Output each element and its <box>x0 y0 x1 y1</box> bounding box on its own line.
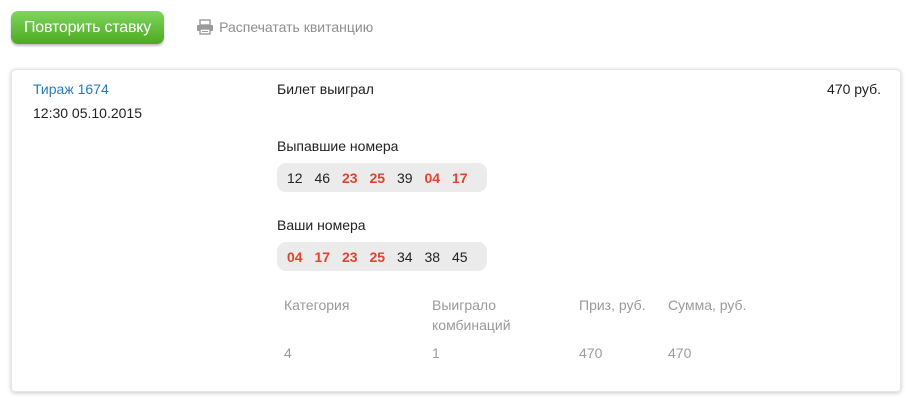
lottery-number: 12 <box>286 169 303 186</box>
toolbar: Повторить ставку Распечатать квитанцию <box>11 10 373 44</box>
lottery-number: 04 <box>286 248 303 265</box>
draw-datetime: 12:30 05.10.2015 <box>33 105 142 121</box>
cell-sum: 470 <box>668 345 692 361</box>
printer-icon <box>196 19 214 35</box>
ticket-card: Тираж 1674 12:30 05.10.2015 Билет выигра… <box>11 69 901 392</box>
header-category: Категория <box>284 297 350 313</box>
lottery-number: 34 <box>396 248 413 265</box>
lottery-number: 38 <box>424 248 441 265</box>
lottery-number: 17 <box>451 169 468 186</box>
your-numbers-label: Ваши номера <box>277 217 366 233</box>
lottery-number: 17 <box>314 248 331 265</box>
lottery-number: 45 <box>451 248 468 265</box>
lottery-number: 23 <box>341 248 358 265</box>
print-receipt-label: Распечатать квитанцию <box>219 19 374 35</box>
lottery-number: 39 <box>396 169 413 186</box>
lottery-number: 04 <box>424 169 441 186</box>
lottery-number: 25 <box>369 248 386 265</box>
lottery-number: 23 <box>341 169 358 186</box>
lottery-number: 25 <box>369 169 386 186</box>
drawn-numbers-label: Выпавшие номера <box>277 138 399 154</box>
cell-prize: 470 <box>579 345 603 361</box>
drawn-numbers-list: 12 46 23 25 39 04 17 <box>277 163 487 192</box>
lottery-number: 46 <box>314 169 331 186</box>
draw-link[interactable]: Тираж 1674 <box>33 81 109 97</box>
cell-combinations: 1 <box>432 345 440 361</box>
header-prize: Приз, руб. <box>579 297 646 313</box>
ticket-status: Билет выиграл <box>277 81 374 97</box>
repeat-bet-button[interactable]: Повторить ставку <box>11 10 165 44</box>
win-amount: 470 руб. <box>827 81 881 97</box>
your-numbers-list: 04 17 23 25 34 38 45 <box>277 242 487 271</box>
cell-category: 4 <box>284 345 292 361</box>
print-receipt-link[interactable]: Распечатать квитанцию <box>196 19 373 35</box>
header-sum: Сумма, руб. <box>668 297 747 313</box>
header-combinations: Выиграло комбинаций <box>432 297 511 333</box>
